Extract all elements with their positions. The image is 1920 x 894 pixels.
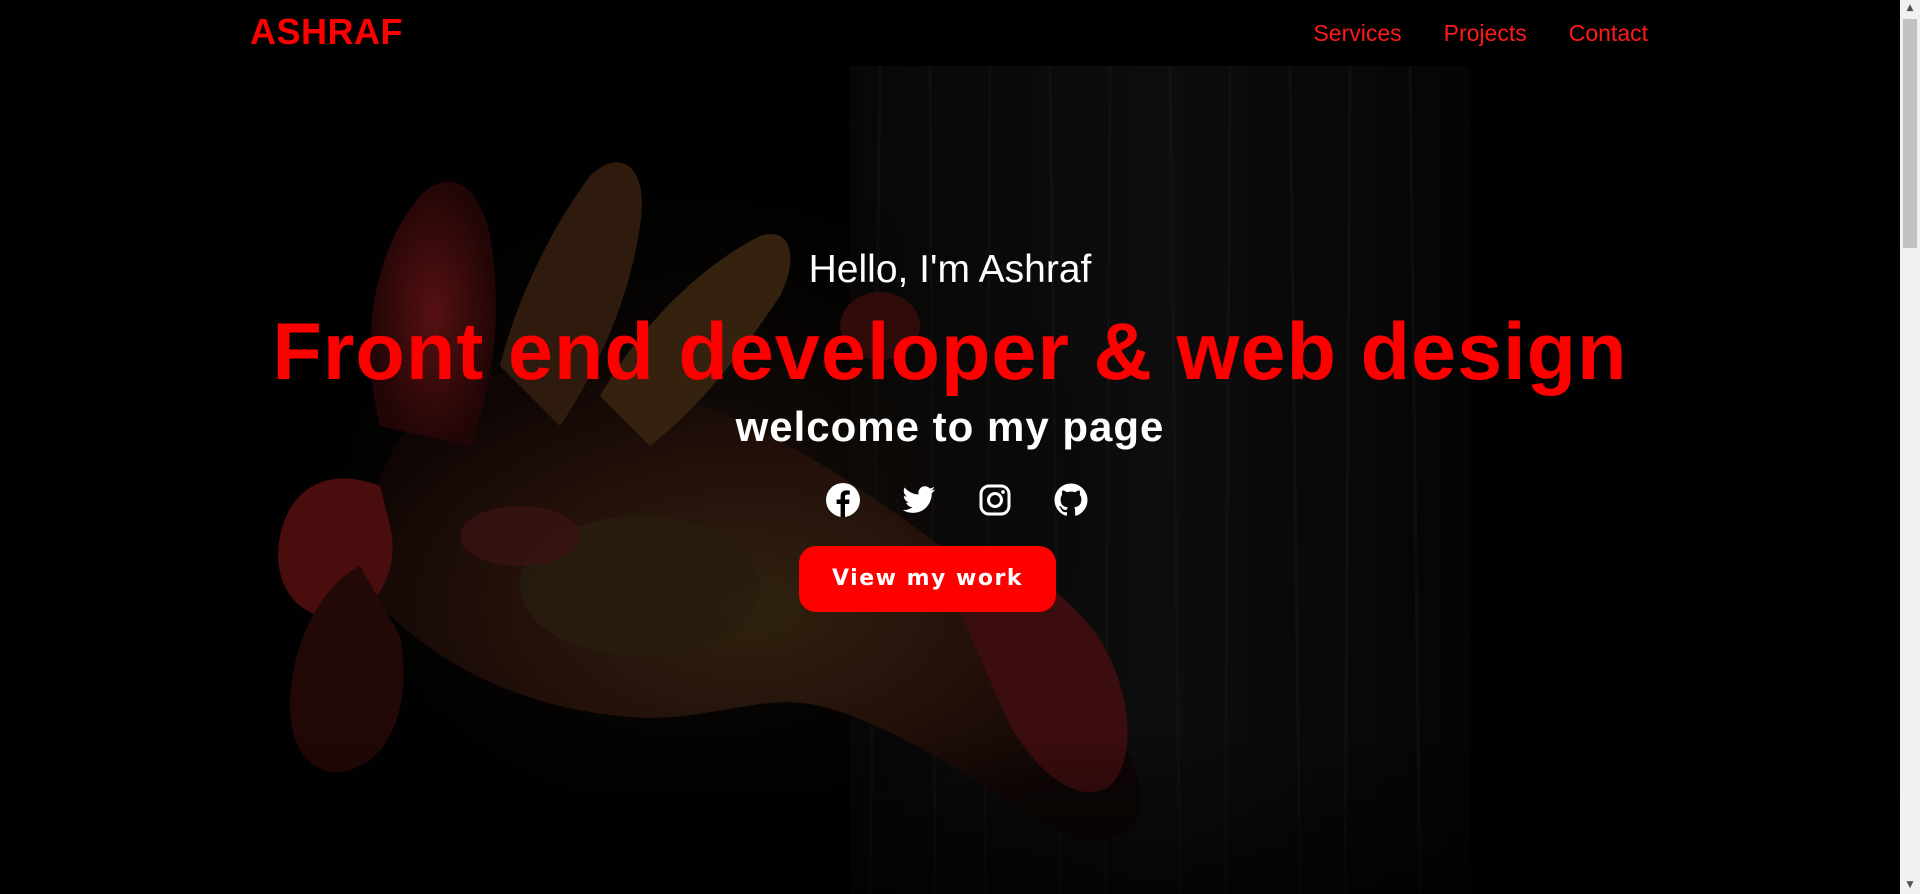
page: ASHRAF Services Projects Contact Hello, … <box>0 0 1920 894</box>
hero-section: Hello, I'm Ashraf Front end developer & … <box>0 66 1900 894</box>
hero-greeting: Hello, I'm Ashraf <box>808 248 1092 291</box>
facebook-icon[interactable] <box>825 482 861 518</box>
scroll-up-arrow-icon[interactable]: ▲ <box>1900 0 1920 17</box>
navbar: ASHRAF Services Projects Contact <box>0 0 1900 66</box>
nav-link-contact[interactable]: Contact <box>1569 20 1648 47</box>
vertical-scrollbar[interactable]: ▲ ▼ <box>1900 0 1920 894</box>
twitter-icon[interactable] <box>901 482 937 518</box>
instagram-icon[interactable] <box>977 482 1013 518</box>
nav-link-services[interactable]: Services <box>1313 20 1401 47</box>
viewport: ASHRAF Services Projects Contact Hello, … <box>0 0 1900 894</box>
scrollbar-thumb[interactable] <box>1903 19 1917 248</box>
nav-links: Services Projects Contact <box>1313 20 1648 47</box>
view-my-work-button[interactable]: View my work <box>799 546 1056 612</box>
nav-link-projects[interactable]: Projects <box>1444 20 1527 47</box>
hero-subline: welcome to my page <box>735 403 1165 450</box>
scroll-down-arrow-icon[interactable]: ▼ <box>1900 877 1920 894</box>
hero-background-image <box>0 66 1900 894</box>
hero-headline: Front end developer & web design <box>272 307 1628 397</box>
brand-logo[interactable]: ASHRAF <box>250 11 403 53</box>
social-links <box>0 482 1900 518</box>
github-icon[interactable] <box>1053 482 1089 518</box>
